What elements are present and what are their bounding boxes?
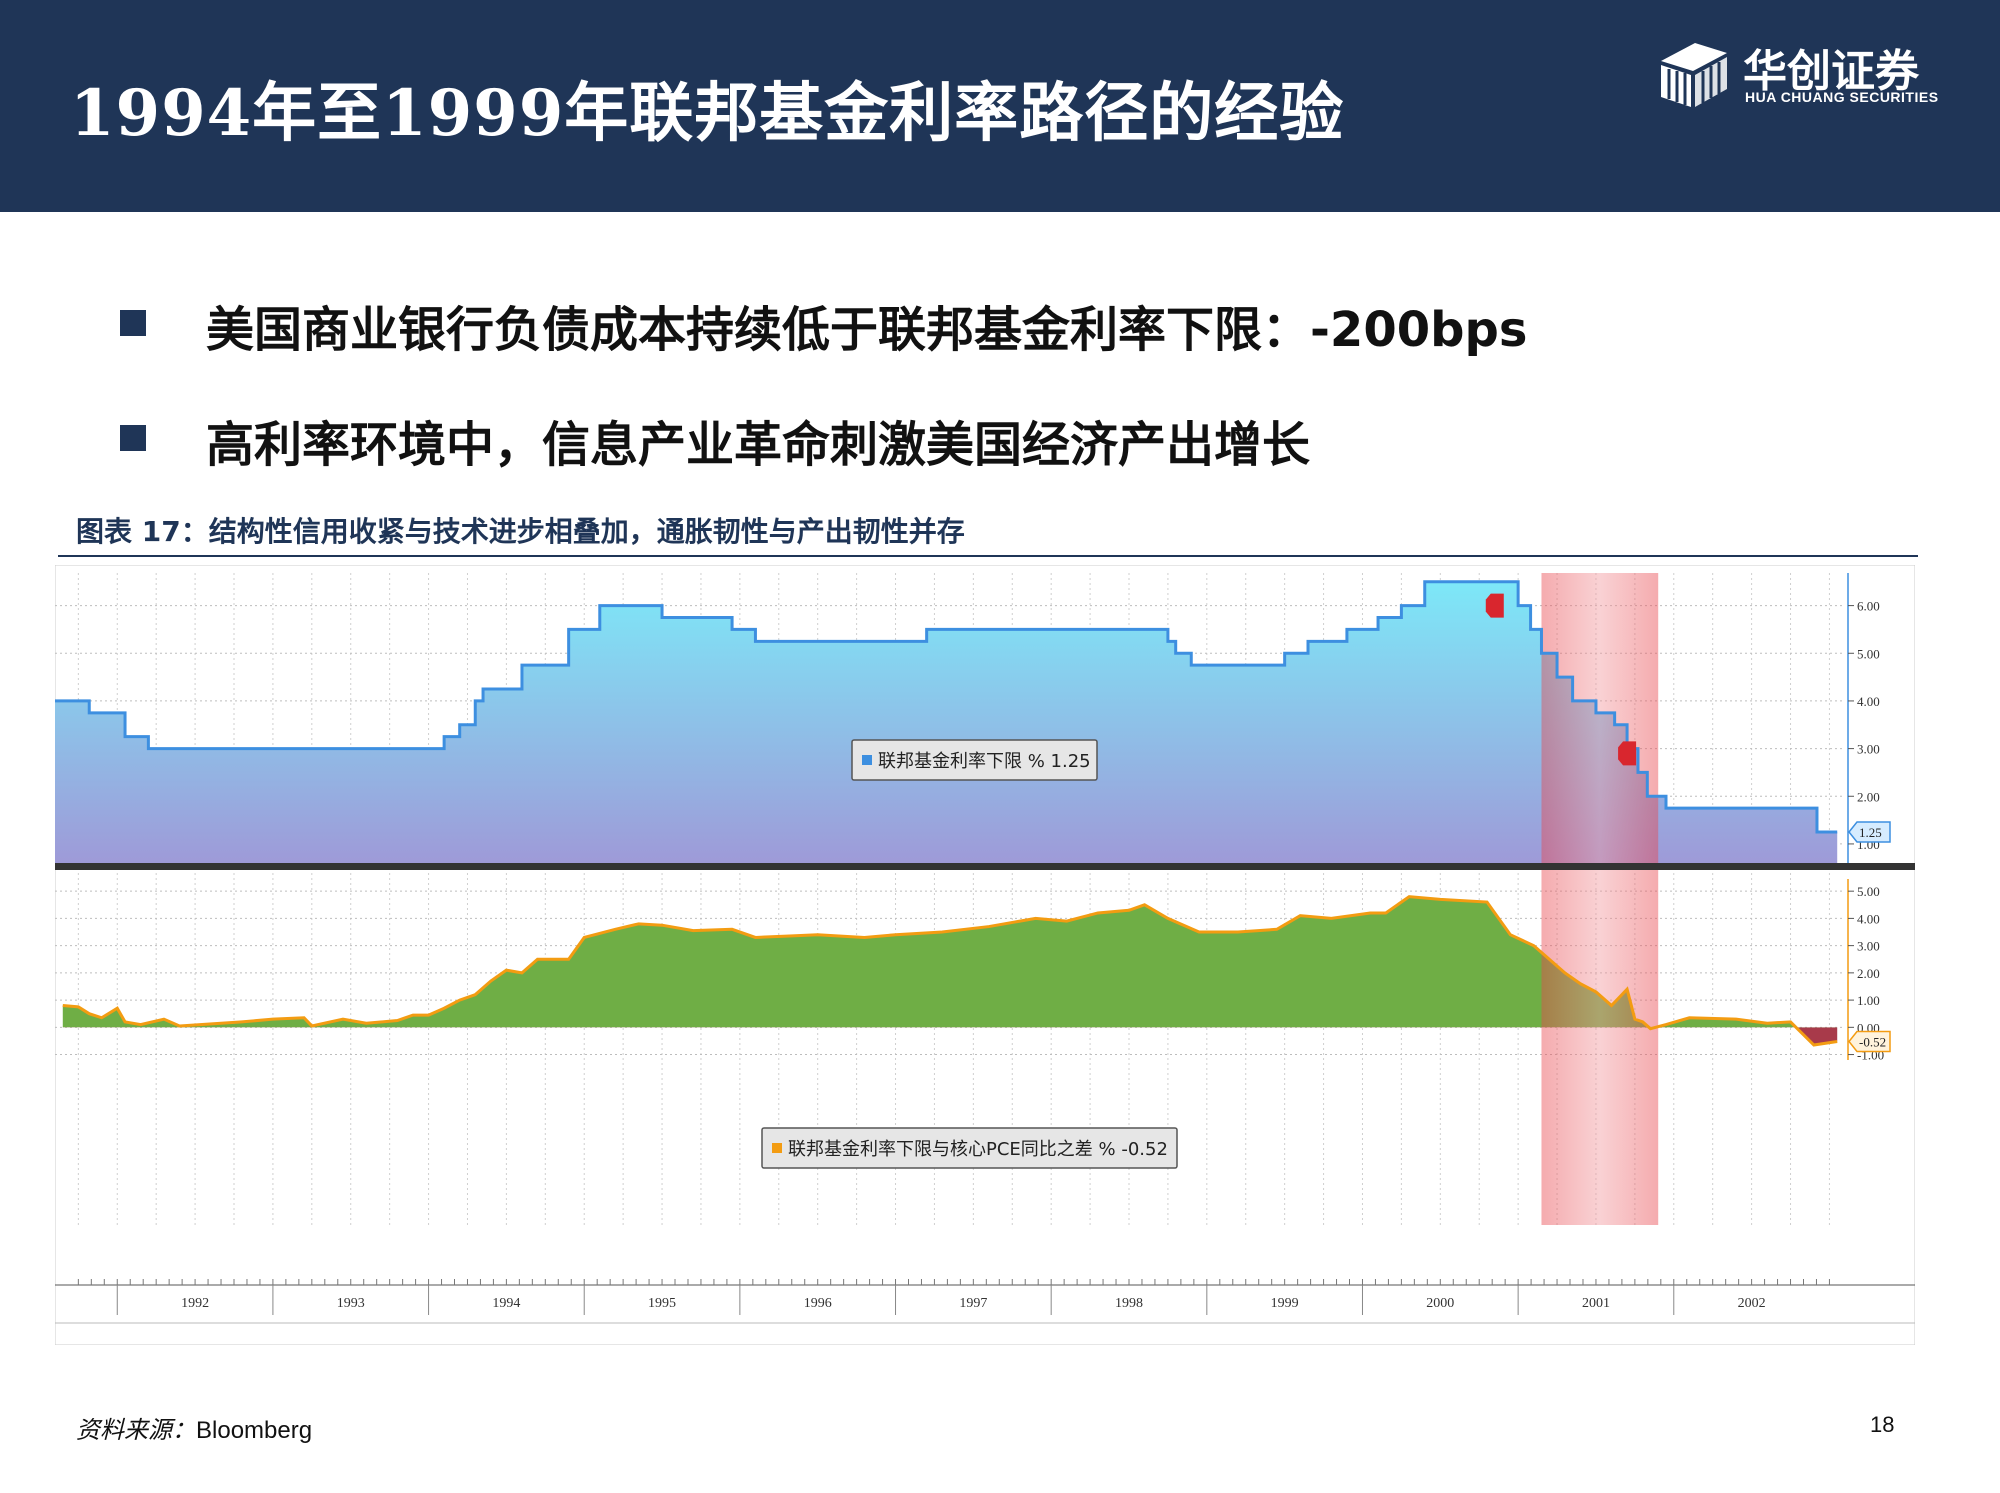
y-tick-label: 4.00 [1857, 911, 1880, 926]
event-marker [1618, 741, 1637, 766]
recession-shading [1541, 573, 1659, 1225]
y-tick-label: 5.00 [1857, 646, 1880, 661]
last-value-text: -0.52 [1859, 1034, 1886, 1049]
y-tick-label: 3.00 [1857, 939, 1880, 954]
y-tick-label: 3.00 [1857, 742, 1880, 757]
source-value: Bloomberg [196, 1417, 313, 1444]
bloomberg-chart: 1.002.003.004.005.006.00-1.000.001.002.0… [55, 565, 1915, 1345]
y-tick-label: 2.00 [1857, 966, 1880, 981]
logo-text-en: HUA CHUANG SECURITIES [1745, 89, 1939, 105]
bullet-text: 高利率环境中，信息产业革命刺激美国经济产出增长 [206, 417, 1311, 473]
last-value-text: 1.25 [1859, 825, 1882, 840]
panel-separator [55, 863, 1915, 870]
bullet-item: 美国商业银行负债成本持续低于联邦基金利率下限：-200bps [120, 290, 1880, 360]
header-bar: 1994年至1999年联邦基金利率路径的经验 华创证券 HUA CHUANG S… [0, 0, 2000, 212]
bullet-text: 美国商业银行负债成本持续低于联邦基金利率下限：-200bps [206, 302, 1528, 358]
bullet-item: 高利率环境中，信息产业革命刺激美国经济产出增长 [120, 405, 1880, 475]
bullet-square-icon [120, 310, 146, 336]
last-value-tag: 1.25 [1848, 821, 1891, 843]
x-tick-label: 2000 [1426, 1296, 1454, 1311]
bullet-square-icon [120, 425, 146, 451]
legend-swatch [772, 1143, 782, 1153]
x-tick-label: 2002 [1738, 1296, 1766, 1311]
x-tick-label: 1995 [648, 1296, 676, 1311]
legend-box: 联邦基金利率下限与核心PCE同比之差 % -0.52 [761, 1127, 1178, 1169]
x-tick-label: 1993 [337, 1296, 365, 1311]
legend-label: 联邦基金利率下限 % 1.25 [878, 751, 1091, 772]
x-tick-label: 1998 [1115, 1296, 1143, 1311]
source-note: 资料来源：Bloomberg [76, 1410, 312, 1445]
x-tick-label: 1992 [181, 1296, 209, 1311]
y-tick-label: 5.00 [1857, 884, 1880, 899]
x-tick-label: 1996 [804, 1296, 832, 1311]
company-logo: 华创证券 HUA CHUANG SECURITIES [1655, 35, 1938, 115]
x-tick-label: 2001 [1582, 1296, 1610, 1311]
y-tick-label: 2.00 [1857, 789, 1880, 804]
page-number: 18 [1870, 1412, 1895, 1437]
y-tick-label: 6.00 [1857, 599, 1880, 614]
figure-title-rule [58, 555, 1918, 557]
x-tick-label: 1999 [1271, 1296, 1299, 1311]
logo-cube-icon [1661, 43, 1727, 107]
legend-box: 联邦基金利率下限 % 1.25 [851, 739, 1098, 781]
x-tick-label: 1994 [492, 1296, 520, 1311]
legend-swatch [862, 755, 872, 765]
figure-title: 图表 17：结构性信用收紧与技术进步相叠加，通胀韧性与产出韧性并存 [76, 515, 965, 548]
source-label: 资料来源： [76, 1417, 196, 1444]
legend-label: 联邦基金利率下限与核心PCE同比之差 % -0.52 [788, 1139, 1168, 1160]
y-tick-label: 1.00 [1857, 993, 1880, 1008]
y-tick-label: 4.00 [1857, 694, 1880, 709]
last-value-tag: -0.52 [1848, 1030, 1891, 1053]
event-marker [1485, 593, 1504, 618]
recession-band [1541, 573, 1659, 1225]
page-title: 1994年至1999年联邦基金利率路径的经验 [70, 76, 1345, 151]
x-tick-label: 1997 [959, 1296, 987, 1311]
